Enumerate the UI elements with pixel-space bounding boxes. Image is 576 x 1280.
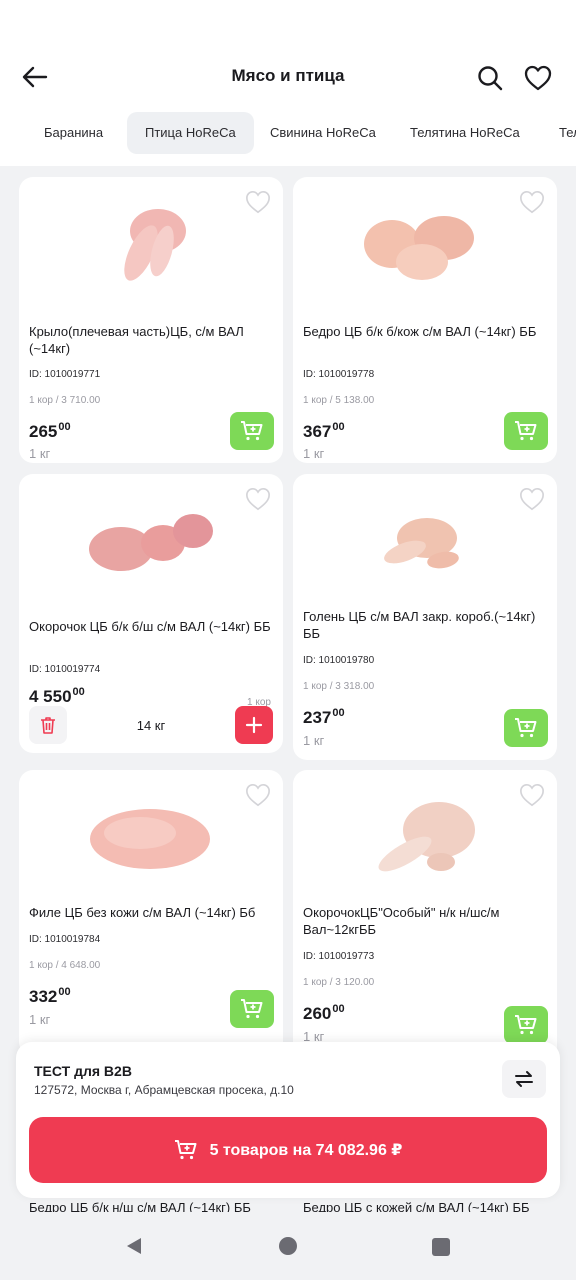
shop-address: 127572, Москва г, Абрамцевская просека, … (34, 1083, 294, 1097)
quantity-value[interactable]: 14 кг (119, 718, 183, 733)
product-name[interactable]: Окорочок ЦБ б/к б/ш с/м ВАЛ (~14кг) ББ (29, 618, 271, 635)
product-id: ID: 1010019771 (29, 369, 101, 380)
product-name[interactable]: Крыло(плечевая часть)ЦБ, с/м ВАЛ (~14кг) (29, 323, 271, 357)
nav-recent-icon[interactable] (432, 1238, 450, 1256)
shop-name: ТЕСТ для B2B (34, 1063, 132, 1079)
product-id: ID: 1010019773 (303, 951, 375, 962)
product-card[interactable]: Голень ЦБ с/м ВАЛ закр. короб.(~14кг) ББ… (293, 474, 557, 760)
product-id: ID: 1010019778 (303, 369, 375, 380)
add-to-cart-button[interactable] (504, 1006, 548, 1044)
add-to-cart-button[interactable] (504, 709, 548, 747)
system-nav-bar (0, 1212, 576, 1280)
pack-info: 1 кор / 5 138.00 (303, 395, 375, 406)
product-name[interactable]: ОкорочокЦБ"Особый" н/к н/шс/м Вал~12кгББ (303, 904, 545, 938)
product-card[interactable]: Бедро ЦБ б/к б/кож с/м ВАЛ (~14кг) ББ ID… (293, 177, 557, 463)
product-id: ID: 1010019774 (29, 664, 101, 675)
price: 4 55000 (29, 686, 85, 706)
category-tabs: Баранина Птица HoReCa Свинина HoReCa Тел… (0, 110, 576, 166)
chicken-thigh-image (364, 216, 474, 280)
cart-icon (515, 421, 537, 441)
product-name[interactable]: Бедро ЦБ б/к б/кож с/м ВАЛ (~14кг) ББ (303, 323, 545, 340)
unit: 1 кг (29, 446, 51, 461)
top-app-bar: Мясо и птица (0, 44, 576, 110)
product-card[interactable]: Крыло(плечевая часть)ЦБ, с/м ВАЛ (~14кг)… (19, 177, 283, 463)
pack-info: 1 кор / 4 648.00 (29, 960, 101, 971)
heart-icon[interactable] (519, 782, 545, 808)
chicken-quarter-image (378, 802, 475, 872)
add-to-cart-button[interactable] (230, 990, 274, 1028)
price: 26000 (303, 1003, 345, 1023)
product-image (323, 784, 527, 894)
tab-ptitsa-horeca[interactable]: Птица HoReCa (127, 112, 254, 154)
add-to-cart-button[interactable] (230, 412, 274, 450)
favorites-button[interactable] (522, 62, 554, 94)
tab-more[interactable]: Тел (541, 112, 576, 154)
product-card[interactable]: Филе ЦБ без кожи с/м ВАЛ (~14кг) Бб ID: … (19, 770, 283, 1056)
product-id: ID: 1010019780 (303, 655, 375, 666)
swap-icon (515, 1071, 533, 1087)
product-image (49, 191, 253, 301)
heart-icon (524, 65, 552, 91)
nav-back-icon[interactable] (124, 1236, 144, 1256)
product-image (323, 191, 527, 301)
cart-icon (241, 421, 263, 441)
pack-info: 1 кор / 3 120.00 (303, 977, 375, 988)
product-card[interactable]: ОкорочокЦБ"Особый" н/к н/шс/м Вал~12кгББ… (293, 770, 557, 1070)
search-button[interactable] (474, 62, 506, 94)
plus-icon (245, 716, 263, 734)
pack-info: 1 кор / 3 318.00 (303, 681, 375, 692)
nav-home-icon[interactable] (279, 1237, 297, 1255)
price: 33200 (29, 986, 71, 1006)
unit: 1 кг (303, 733, 325, 748)
heart-icon[interactable] (519, 189, 545, 215)
product-image (49, 488, 253, 598)
change-shop-button[interactable] (502, 1060, 546, 1098)
product-image (323, 488, 527, 598)
heart-icon[interactable] (519, 486, 545, 512)
product-image (49, 784, 253, 894)
chicken-wing-image (124, 209, 186, 281)
checkout-button[interactable]: 5 товаров на 74 082.96 ₽ (29, 1117, 547, 1183)
price: 36700 (303, 421, 345, 441)
heart-icon[interactable] (245, 486, 271, 512)
cart-icon (515, 1015, 537, 1035)
price: 26500 (29, 421, 71, 441)
unit: 1 кг (29, 1012, 51, 1027)
price: 23700 (303, 707, 345, 727)
product-name[interactable]: Голень ЦБ с/м ВАЛ закр. короб.(~14кг) ББ (303, 608, 545, 642)
product-id: ID: 1010019784 (29, 934, 101, 945)
tab-telyatina-horeca[interactable]: Телятина HoReCa (392, 112, 538, 154)
cart-icon (515, 718, 537, 738)
cart-icon (241, 999, 263, 1019)
cart-summary-panel: ТЕСТ для B2B 127572, Москва г, Абрамцевс… (16, 1042, 560, 1198)
chicken-drumstick-image (384, 518, 459, 569)
increase-quantity-button[interactable] (235, 706, 273, 744)
heart-icon[interactable] (245, 782, 271, 808)
unit: 1 кг (303, 446, 325, 461)
status-bar (0, 0, 576, 44)
product-card[interactable]: Окорочок ЦБ б/к б/ш с/м ВАЛ (~14кг) ББ I… (19, 474, 283, 753)
checkout-label: 5 товаров на 74 082.96 ₽ (209, 1142, 403, 1159)
cart-icon (174, 1139, 198, 1161)
remove-button[interactable] (29, 706, 67, 744)
product-name[interactable]: Филе ЦБ без кожи с/м ВАЛ (~14кг) Бб (29, 904, 271, 921)
trash-icon (41, 717, 55, 734)
tab-svinina-horeca[interactable]: Свинина HoReCa (252, 112, 394, 154)
search-icon (478, 66, 503, 91)
add-to-cart-button[interactable] (504, 412, 548, 450)
pack-info: 1 кор / 3 710.00 (29, 395, 101, 406)
chicken-breast-fillet-image (90, 809, 210, 869)
tab-baranina[interactable]: Баранина (26, 112, 121, 154)
chicken-leg-fillet-image (89, 514, 213, 571)
heart-icon[interactable] (245, 189, 271, 215)
